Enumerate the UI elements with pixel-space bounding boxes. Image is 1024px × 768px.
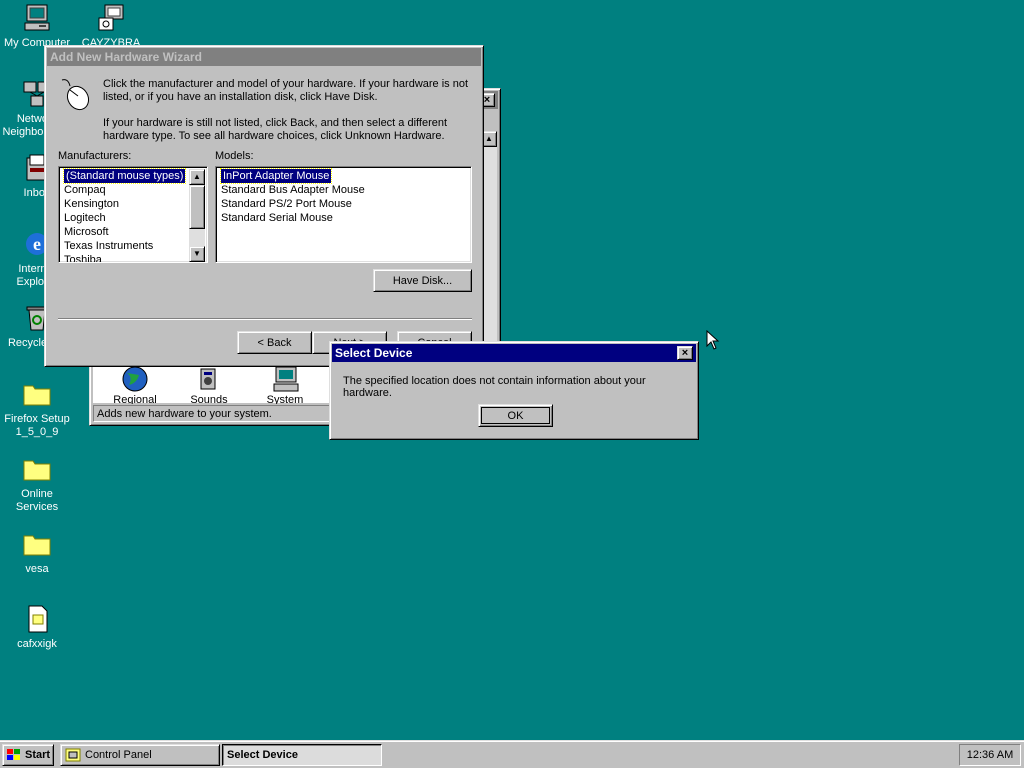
manufacturer-item[interactable]: Toshiba — [61, 253, 189, 262]
dialog-titlebar[interactable]: Select Device × — [332, 344, 696, 362]
select-device-dialog: Select Device × The specified location d… — [329, 341, 699, 440]
control-panel-icon — [65, 748, 81, 762]
taskbar-select-device[interactable]: Select Device — [222, 744, 382, 766]
taskbar-item-label: Control Panel — [85, 749, 152, 761]
manufacturers-label: Manufacturers: — [58, 150, 132, 162]
manufacturer-item[interactable]: Texas Instruments — [61, 239, 189, 253]
manufacturer-item[interactable]: (Standard mouse types) — [61, 168, 189, 184]
taskbar: Start Control Panel Select Device 12:36 … — [0, 740, 1024, 768]
desktop-icon-label: Online Services — [15, 488, 59, 513]
model-item[interactable]: Standard Bus Adapter Mouse — [218, 183, 368, 197]
wizard-title: Add New Hardware Wizard — [50, 50, 202, 64]
file-icon — [21, 603, 53, 635]
model-item[interactable]: Standard PS/2 Port Mouse — [218, 197, 368, 211]
system-tray: 12:36 AM — [959, 744, 1021, 766]
manufacturers-list[interactable]: (Standard mouse types) Compaq Kensington… — [58, 166, 208, 263]
model-item-label: InPort Adapter Mouse — [219, 168, 333, 184]
desktop-icon-cayzybra[interactable]: CAYZYBRA — [74, 2, 148, 50]
arrow-up-icon: ▲ — [193, 172, 201, 181]
models-list[interactable]: InPort Adapter Mouse Standard Bus Adapte… — [215, 166, 472, 263]
mouse-pointer-icon — [706, 329, 720, 350]
manufacturers-scrollbar[interactable]: ▲ ▼ — [189, 169, 205, 262]
desktop-icon-label: Firefox Setup 1_5_0_9 — [4, 413, 70, 438]
desktop-icon-vesa[interactable]: vesa — [0, 528, 74, 576]
close-icon[interactable]: × — [677, 346, 693, 360]
start-label: Start — [25, 749, 51, 761]
taskbar-control-panel[interactable]: Control Panel — [60, 744, 220, 766]
manufacturer-item[interactable]: Logitech — [61, 211, 189, 225]
ok-button[interactable]: OK — [478, 404, 553, 427]
network-computer-icon — [95, 2, 127, 34]
svg-text:e: e — [33, 234, 41, 254]
dialog-title: Select Device — [335, 346, 413, 360]
manufacturer-item[interactable]: Compaq — [61, 183, 189, 197]
desktop-icon-my-computer[interactable]: My Computer — [0, 2, 74, 50]
control-panel-item-label: Sounds — [190, 394, 228, 404]
desktop-icon-label: vesa — [25, 563, 49, 575]
my-computer-icon — [21, 2, 53, 34]
speaker-icon — [193, 365, 225, 393]
scroll-up-button[interactable]: ▲ — [189, 169, 205, 185]
model-item[interactable]: Standard Serial Mouse — [218, 211, 368, 225]
folder-icon — [21, 453, 53, 485]
control-panel-item-system[interactable]: System — [255, 365, 315, 404]
add-hardware-wizard: Add New Hardware Wizard Click the manufa… — [44, 45, 484, 367]
model-item[interactable]: InPort Adapter Mouse — [218, 168, 368, 184]
mouse-icon — [58, 76, 92, 112]
dialog-message: The specified location does not contain … — [343, 375, 646, 399]
manufacturer-item[interactable]: Kensington — [61, 197, 189, 211]
system-icon — [269, 365, 301, 393]
control-panel-item-sounds[interactable]: Sounds — [179, 365, 239, 404]
wizard-titlebar[interactable]: Add New Hardware Wizard — [47, 48, 481, 66]
windows-logo-icon — [6, 748, 22, 762]
status-text: Adds new hardware to your system. — [97, 408, 272, 420]
control-panel-statusbar: Adds new hardware to your system. — [93, 405, 333, 422]
folder-icon — [21, 528, 53, 560]
desktop-icon-firefox-setup[interactable]: Firefox Setup 1_5_0_9 — [0, 378, 74, 439]
folder-icon — [21, 378, 53, 410]
control-panel-item-regional[interactable]: Regional — [105, 365, 165, 404]
wizard-instructions-1: Click the manufacturer and model of your… — [103, 78, 469, 103]
desktop-icon-cafxxigk[interactable]: cafxxigk — [0, 603, 74, 651]
desktop: My Computer CAYZYBRA Network Neighborhoo… — [0, 0, 1024, 740]
globe-icon — [119, 365, 151, 393]
manufacturer-item-label: (Standard mouse types) — [62, 168, 187, 184]
arrow-down-icon: ▼ — [193, 249, 201, 258]
taskbar-item-label: Select Device — [227, 749, 298, 761]
back-button[interactable]: < Back — [237, 331, 312, 354]
wizard-instructions-2: If your hardware is still not listed, cl… — [103, 117, 448, 142]
have-disk-button[interactable]: Have Disk... — [373, 269, 472, 292]
clock[interactable]: 12:36 AM — [967, 749, 1013, 761]
start-button[interactable]: Start — [2, 744, 54, 766]
scroll-thumb[interactable] — [189, 185, 205, 229]
desktop-icon-online-services[interactable]: Online Services — [0, 453, 74, 514]
arrow-up-icon: ▲ — [485, 134, 493, 143]
control-panel-item-label: Regional — [113, 394, 157, 404]
models-label: Models: — [215, 150, 254, 162]
desktop-icon-label: cafxxigk — [17, 638, 57, 650]
manufacturer-item[interactable]: Microsoft — [61, 225, 189, 239]
control-panel-item-label: System — [266, 394, 304, 404]
wizard-separator — [58, 318, 472, 320]
scroll-down-button[interactable]: ▼ — [189, 246, 205, 262]
